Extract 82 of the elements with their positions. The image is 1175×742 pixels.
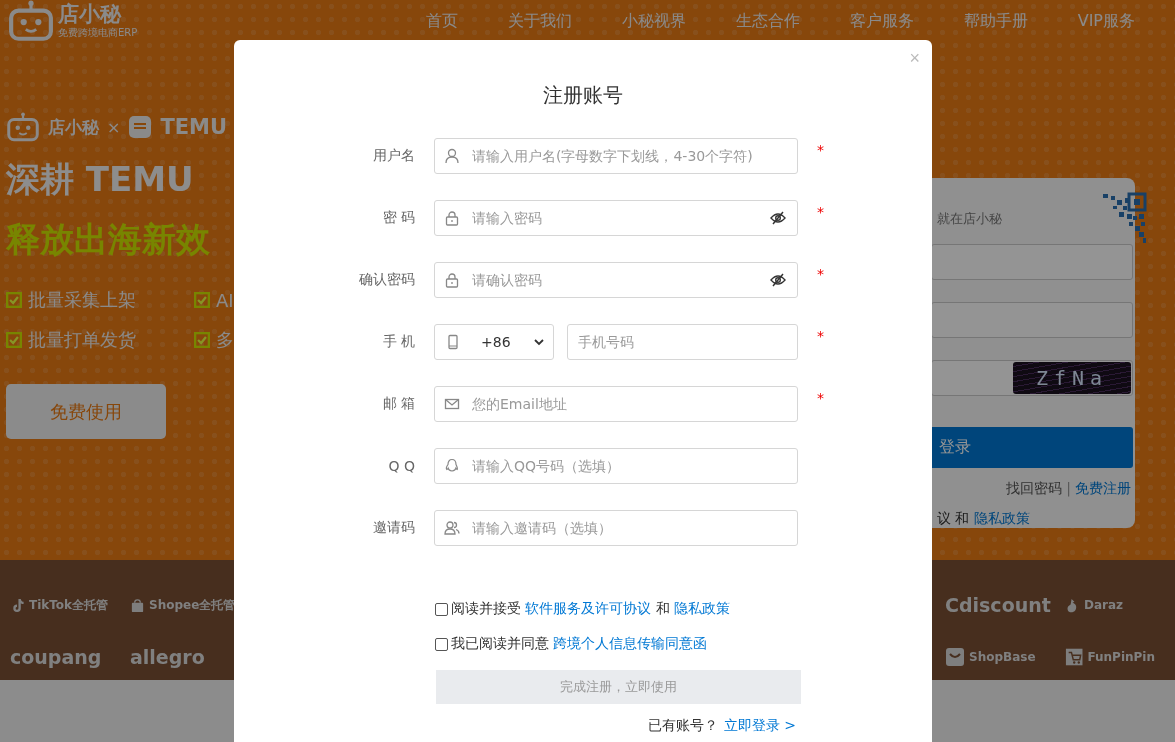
checkbox[interactable] — [435, 602, 448, 616]
eye-slash-icon[interactable] — [770, 210, 786, 226]
forgot-password-link[interactable]: 找回密码 — [1006, 480, 1063, 498]
feature-label: AI — [216, 289, 234, 311]
hero-headline: 深耕 TEMU — [6, 158, 195, 200]
field-label: 手 机 — [381, 333, 415, 351]
nav-link[interactable]: 客户服务 — [849, 10, 914, 32]
field-label: 邮 箱 — [381, 395, 415, 413]
register-link[interactable]: 免费注册 — [1075, 480, 1131, 498]
captcha-input[interactable]: ZfNa — [931, 360, 1133, 396]
field-label: 用户名 — [372, 147, 415, 165]
agreement-link[interactable]: 软件服务及许可协议 — [525, 600, 652, 616]
nav-link[interactable]: 小秘视界 — [621, 10, 686, 32]
platform-logo: Daraz — [1084, 598, 1124, 612]
password-field[interactable]: 请确认密码 — [434, 262, 798, 298]
penguin-icon — [444, 458, 460, 474]
user-icon — [444, 148, 460, 164]
hero-subheadline: 释放出海新效 — [6, 218, 211, 260]
eye-slash-icon[interactable] — [770, 272, 786, 288]
chevron-down-icon — [533, 336, 545, 348]
platform-logo: Shopee全托管 — [149, 596, 236, 614]
checkbox[interactable] — [435, 637, 448, 651]
phone-icon — [445, 334, 461, 350]
basket-icon — [945, 647, 965, 667]
feature-label: 批量采集上架 — [28, 288, 136, 312]
username-field[interactable]: 请输入用户名(字母数字下划线，4-30个字符) — [434, 138, 798, 174]
nav-link[interactable]: 帮助手册 — [963, 10, 1028, 32]
required-mark: * — [817, 390, 825, 406]
required-mark: * — [817, 328, 825, 344]
qq-field[interactable]: 请输入QQ号码（选填） — [434, 448, 798, 484]
platform-logo: TikTok全托管 — [29, 596, 109, 614]
field-label: 密 码 — [381, 209, 415, 227]
free-use-button[interactable]: 免费使用 — [6, 384, 166, 439]
field-label: 确认密码 — [358, 271, 415, 289]
password-input[interactable] — [931, 302, 1133, 338]
agreement-link[interactable]: 跨境个人信息传输同意函 — [553, 635, 708, 651]
agreement-link[interactable]: 隐私政策 — [674, 600, 731, 616]
people-icon — [444, 520, 460, 536]
field-label: 邀请码 — [372, 519, 415, 537]
lock-icon — [444, 272, 460, 288]
platform-logo: ShopBase — [969, 650, 1036, 664]
account-input[interactable] — [931, 244, 1133, 280]
lock-icon — [444, 210, 460, 226]
nav-link[interactable]: 关于我们 — [507, 10, 572, 32]
email-field[interactable]: 您的Email地址 — [434, 386, 798, 422]
platform-logo: FunPinPin — [1087, 650, 1155, 664]
nav-link[interactable]: VIP服务 — [1077, 10, 1135, 32]
consent-text: 我已阅读并同意 跨境个人信息传输同意函 — [451, 635, 708, 653]
cart-icon — [1065, 647, 1084, 667]
platform-logo: coupang — [10, 646, 102, 668]
login-slogan: 就在店小秘 — [936, 210, 1003, 228]
logo-name: 店小秘 — [58, 2, 123, 26]
login-prompt: 已有账号？ — [647, 717, 718, 735]
platform-logo: allegro — [130, 646, 205, 668]
password-field[interactable]: 请输入密码 — [434, 200, 798, 236]
required-mark: * — [817, 204, 825, 220]
logo-tagline: 免费跨境电商ERP — [58, 26, 138, 40]
phone-field[interactable]: 手机号码 — [567, 324, 798, 360]
field-label: Q Q — [387, 458, 415, 474]
privacy-link[interactable]: 隐私政策 — [973, 510, 1030, 526]
link-separator: | — [1066, 480, 1071, 498]
nav-link[interactable]: 首页 — [425, 10, 458, 32]
consent-text: 阅读并接受 软件服务及许可协议 和 隐私政策 — [451, 600, 731, 618]
brand-name: 店小秘 — [48, 115, 99, 139]
platform-logo: Cdiscount — [945, 594, 1051, 616]
music-note-icon — [10, 597, 25, 613]
invite-field[interactable]: 请输入邀请码（选填） — [434, 510, 798, 546]
robot-logo-icon — [8, 0, 54, 42]
feature-label: 批量打单发货 — [28, 328, 136, 352]
required-mark: * — [817, 266, 825, 282]
dialog-title: 注册账号 — [542, 83, 624, 107]
close-button[interactable]: × — [909, 48, 920, 69]
robot-logo-icon — [6, 112, 40, 142]
required-mark: * — [817, 142, 825, 158]
partner-name: TEMU — [160, 115, 228, 139]
cross-sign: × — [107, 117, 121, 137]
country-code-select[interactable]: +86 — [434, 324, 554, 360]
captcha-code[interactable]: ZfNa — [1013, 362, 1131, 394]
login-link[interactable]: 立即登录 > — [723, 717, 796, 735]
nav-link[interactable]: 生态合作 — [735, 10, 800, 32]
feature-label: 多 — [216, 328, 234, 352]
envelope-icon — [444, 396, 460, 412]
